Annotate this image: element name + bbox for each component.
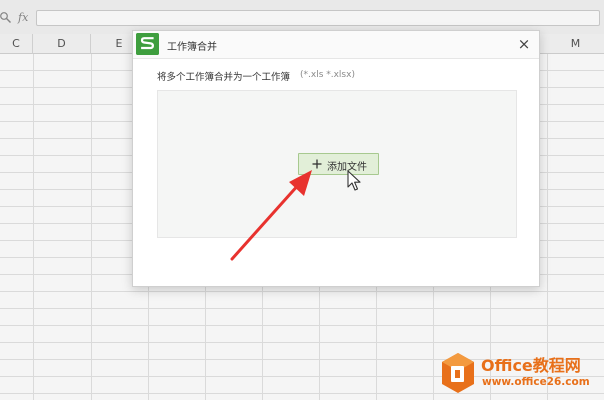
merge-workbooks-dialog: S 工作簿合并 × 将多个工作簿合并为一个工作簿 (*.xls *.xlsx) … [132,30,540,287]
wps-logo-icon: S [136,33,159,55]
add-file-button[interactable]: 添加文件 [298,153,379,175]
watermark: Office教程网 www.office26.com [440,352,604,396]
instruction-text: 将多个工作簿合并为一个工作簿 [157,72,291,83]
office-logo-icon [442,353,474,393]
close-button[interactable]: × [515,34,533,54]
file-drop-zone[interactable]: 添加文件 [157,90,517,238]
dialog-title: 工作簿合并 [167,42,217,53]
watermark-url: www.office26.com [482,376,590,388]
watermark-brand: Office教程网 [481,356,581,375]
plus-icon [312,159,322,169]
dialog-titlebar[interactable]: S 工作簿合并 × [133,31,539,59]
file-types-hint: (*.xls *.xlsx) [300,70,355,80]
spreadsheet-window: fx C D E M S 工作 [0,0,604,400]
mouse-cursor-icon [347,170,361,191]
